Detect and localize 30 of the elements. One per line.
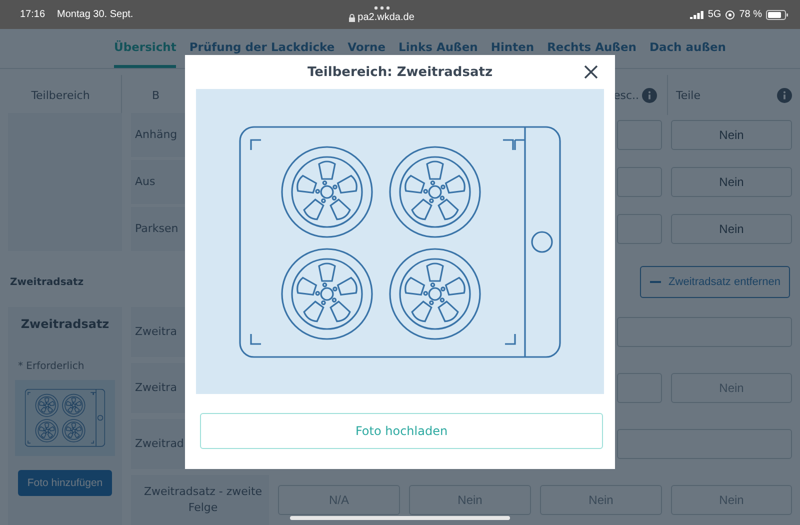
status-time: 17:16 [20,9,46,20]
column-header: Teilbereich [31,88,90,102]
choice-button[interactable]: Nein [671,167,792,197]
url-text[interactable]: pa2.wkda.de [358,12,414,23]
info-icon[interactable] [642,88,657,102]
close-icon[interactable] [584,65,598,79]
upload-button[interactable]: Foto hochladen [200,413,603,449]
location-icon [725,10,736,20]
choice-button[interactable]: Nein [671,214,792,244]
required-note: * Erforderlich [17,361,84,372]
signal-icon [690,10,704,19]
network-label: 5G [708,9,722,20]
more-icon[interactable] [374,6,390,10]
section-title: Zweitradsatz [10,276,84,288]
row-label: Zweitradsatz - zweite Felge [131,475,269,525]
minus-icon [650,281,661,283]
column-header: Teile [676,88,700,102]
nav-tab[interactable]: Dach außen [649,29,726,68]
nav-tab[interactable]: Übersicht [114,29,176,68]
card-title: Zweitradsatz [20,317,110,331]
add-photo-button[interactable]: Foto hinzufügen [18,470,112,496]
battery-percent: 78 % [739,9,762,20]
choice-button[interactable]: Nein [671,120,792,150]
remove-button[interactable]: Zweitradsatz entfernen [640,266,790,298]
lock-icon [348,14,355,22]
battery-icon [766,10,788,20]
status-date: Montag 30. Sept. [57,9,134,20]
modal-title: Teilbereich: Zweitradsatz [307,64,493,80]
info-icon[interactable] [777,88,792,102]
column-header: B [152,88,160,102]
